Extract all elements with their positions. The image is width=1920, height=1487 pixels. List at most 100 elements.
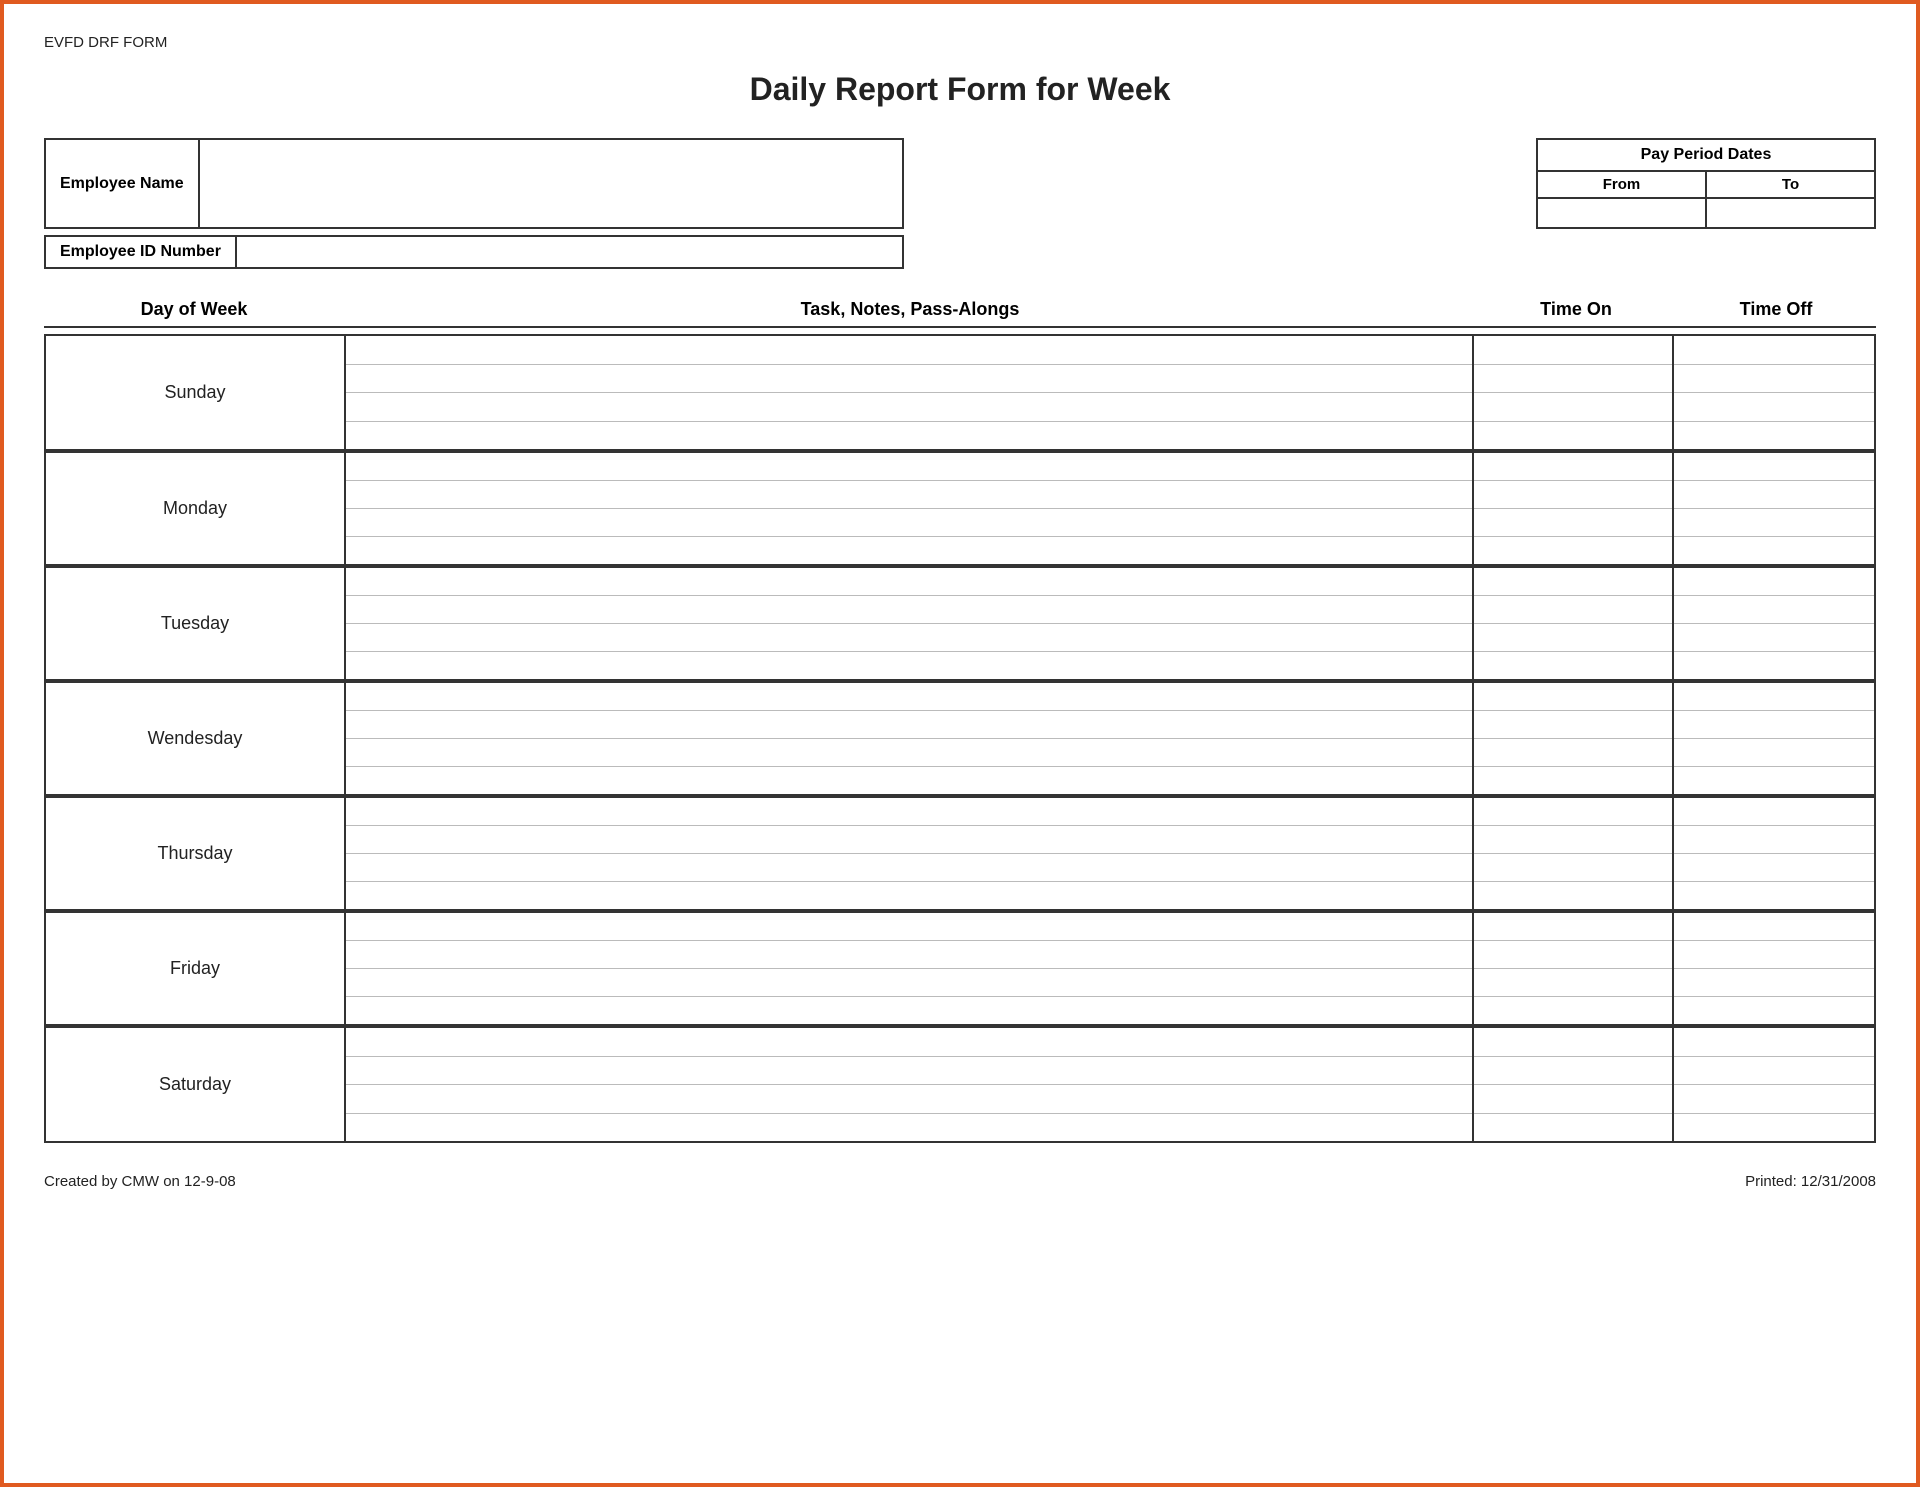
task-line [346, 652, 1472, 679]
time-off-line [1674, 393, 1874, 422]
time-on-cell[interactable] [1474, 796, 1674, 909]
pay-period-to-input[interactable] [1707, 199, 1874, 227]
time-off-line [1674, 1114, 1874, 1142]
time-off-cell[interactable] [1674, 911, 1874, 1024]
time-on-line [1474, 913, 1672, 941]
time-off-cell[interactable] [1674, 566, 1874, 679]
time-off-line [1674, 1028, 1874, 1057]
day-row: Wendesday [46, 681, 1874, 796]
time-off-line [1674, 767, 1874, 794]
time-off-line [1674, 509, 1874, 537]
time-off-line [1674, 711, 1874, 739]
task-cell[interactable] [346, 1026, 1474, 1141]
time-on-line [1474, 336, 1672, 365]
task-cell[interactable] [346, 796, 1474, 909]
time-off-line [1674, 826, 1874, 854]
day-label: Thursday [46, 796, 346, 909]
time-on-line [1474, 1028, 1672, 1057]
time-on-line [1474, 969, 1672, 997]
task-line [346, 882, 1472, 909]
employee-name-input[interactable] [200, 140, 902, 227]
time-off-line [1674, 683, 1874, 711]
task-cell[interactable] [346, 566, 1474, 679]
time-on-cell[interactable] [1474, 681, 1674, 794]
day-label: Monday [46, 451, 346, 564]
task-line [346, 509, 1472, 537]
time-off-cell[interactable] [1674, 451, 1874, 564]
employee-name-label: Employee Name [46, 140, 200, 227]
task-line [346, 767, 1472, 794]
day-label: Sunday [46, 336, 346, 449]
time-on-line [1474, 798, 1672, 826]
time-off-line [1674, 1085, 1874, 1114]
time-off-line [1674, 453, 1874, 481]
col-header-timeoff: Time Off [1676, 299, 1876, 320]
task-line [346, 596, 1472, 624]
col-header-task: Task, Notes, Pass-Alongs [344, 299, 1476, 320]
pay-period-spacer [1536, 235, 1876, 269]
time-on-line [1474, 624, 1672, 652]
footer-right: Printed: 12/31/2008 [1745, 1173, 1876, 1190]
time-on-line [1474, 365, 1672, 394]
time-on-line [1474, 711, 1672, 739]
pay-period-from-label: From [1538, 172, 1705, 199]
pay-period-cols: From To [1538, 172, 1874, 227]
task-line [346, 798, 1472, 826]
task-cell[interactable] [346, 681, 1474, 794]
page-wrapper: EVFD DRF FORM Daily Report Form for Week… [0, 0, 1920, 1487]
pay-period-from-input[interactable] [1538, 199, 1705, 227]
pay-period-header: Pay Period Dates [1538, 140, 1874, 172]
form-title: Daily Report Form for Week [44, 71, 1876, 108]
time-off-cell[interactable] [1674, 796, 1874, 909]
time-off-line [1674, 913, 1874, 941]
task-line [346, 624, 1472, 652]
day-row: Friday [46, 911, 1874, 1026]
time-on-cell[interactable] [1474, 1026, 1674, 1141]
pay-period-to-label: To [1707, 172, 1874, 199]
time-off-cell[interactable] [1674, 681, 1874, 794]
task-line [346, 913, 1472, 941]
task-line [346, 1028, 1472, 1057]
day-row: Tuesday [46, 566, 1874, 681]
time-on-cell[interactable] [1474, 336, 1674, 449]
task-line [346, 537, 1472, 564]
time-on-cell[interactable] [1474, 451, 1674, 564]
time-on-line [1474, 1085, 1672, 1114]
task-line [346, 1057, 1472, 1086]
time-off-line [1674, 997, 1874, 1024]
time-on-line [1474, 481, 1672, 509]
col-headers: Day of Week Task, Notes, Pass-Alongs Tim… [44, 299, 1876, 328]
task-line [346, 854, 1472, 882]
footer: Created by CMW on 12-9-08 Printed: 12/31… [44, 1173, 1876, 1190]
time-on-line [1474, 393, 1672, 422]
time-on-cell[interactable] [1474, 911, 1674, 1024]
task-line [346, 826, 1472, 854]
time-on-line [1474, 596, 1672, 624]
employee-id-input[interactable] [237, 237, 902, 267]
task-line [346, 568, 1472, 596]
time-on-line [1474, 422, 1672, 450]
day-row: Thursday [46, 796, 1874, 911]
col-header-timeon: Time On [1476, 299, 1676, 320]
time-on-cell[interactable] [1474, 566, 1674, 679]
time-on-line [1474, 854, 1672, 882]
time-on-line [1474, 941, 1672, 969]
time-on-line [1474, 683, 1672, 711]
task-line [346, 1085, 1472, 1114]
time-off-cell[interactable] [1674, 336, 1874, 449]
time-off-line [1674, 596, 1874, 624]
day-label: Tuesday [46, 566, 346, 679]
time-off-line [1674, 739, 1874, 767]
task-line [346, 683, 1472, 711]
time-off-line [1674, 798, 1874, 826]
time-off-line [1674, 568, 1874, 596]
pay-period-to-col: To [1707, 172, 1874, 227]
time-on-line [1474, 882, 1672, 909]
task-cell[interactable] [346, 911, 1474, 1024]
time-off-cell[interactable] [1674, 1026, 1874, 1141]
task-cell[interactable] [346, 336, 1474, 449]
time-off-line [1674, 336, 1874, 365]
day-row: Saturday [46, 1026, 1874, 1141]
task-cell[interactable] [346, 451, 1474, 564]
time-off-line [1674, 624, 1874, 652]
